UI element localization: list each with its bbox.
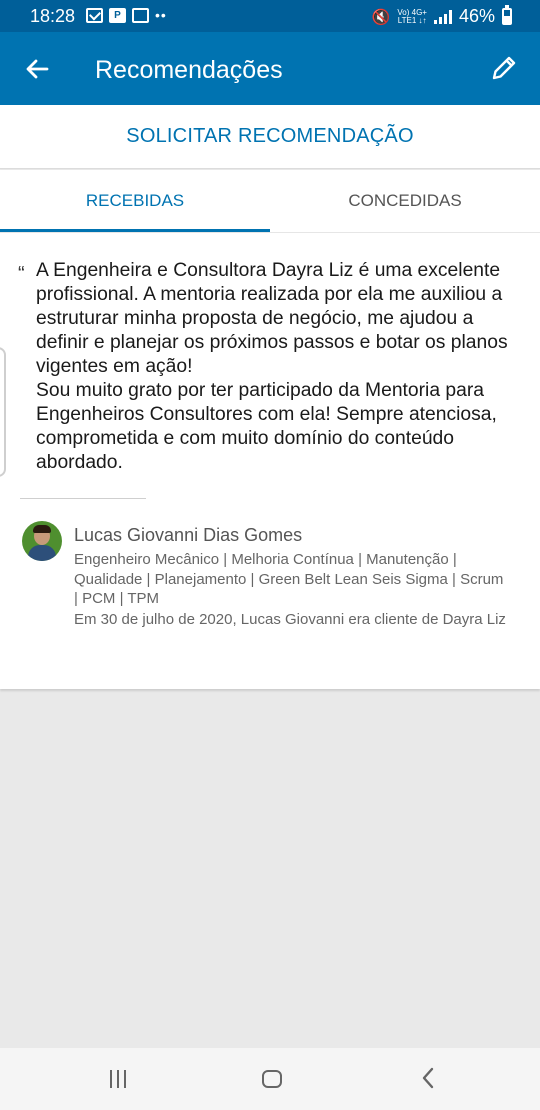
system-nav-bar	[0, 1048, 540, 1110]
divider	[20, 498, 146, 499]
recommendation-text: A Engenheira e Consultora Dayra Liz é um…	[36, 259, 526, 475]
request-recommendation-bar: SOLICITAR RECOMENDAÇÃO	[0, 105, 540, 169]
signal-icon	[433, 9, 452, 24]
arrow-left-icon	[26, 59, 49, 79]
recents-button[interactable]	[110, 1070, 126, 1088]
system-back-button[interactable]	[420, 1067, 436, 1089]
network-bottom-label: LTE1 ↓↑	[397, 15, 427, 25]
mute-icon: 🔇	[371, 8, 391, 26]
author-headline: Engenheiro Mecânico | Melhoria Contínua …	[74, 551, 504, 607]
status-right: 🔇 Vo) 4G+ LTE1 ↓↑ 46%	[371, 5, 512, 27]
battery-icon	[502, 5, 512, 25]
recommendation-card: “ A Engenheira e Consultora Dayra Liz é …	[0, 233, 540, 689]
avatar[interactable]	[22, 521, 62, 561]
tab-given[interactable]: CONCEDIDAS	[270, 170, 540, 232]
status-bar: 18:28 P •• 🔇 Vo) 4G+ LTE1 ↓↑ 46%	[0, 0, 540, 32]
quote-icon: “	[18, 263, 25, 285]
network-indicator: Vo) 4G+ LTE1 ↓↑	[397, 8, 427, 25]
image-icon	[132, 7, 149, 23]
author-name[interactable]: Lucas Giovanni Dias Gomes	[74, 525, 302, 546]
mail-icon	[86, 7, 103, 23]
parking-icon: P	[109, 7, 126, 23]
home-button[interactable]	[262, 1070, 282, 1088]
page-title: Recomendações	[95, 56, 283, 84]
battery-percent: 46%	[458, 6, 495, 26]
pencil-icon	[492, 56, 516, 80]
edit-button[interactable]	[488, 52, 520, 84]
notification-icons: P ••	[86, 7, 167, 23]
app-bar: Recomendações	[0, 32, 540, 105]
tabs: RECEBIDAS CONCEDIDAS	[0, 170, 540, 233]
edge-panel-handle[interactable]	[0, 347, 6, 477]
active-tab-indicator	[0, 229, 270, 232]
back-button[interactable]	[22, 54, 52, 84]
request-recommendation-button[interactable]: SOLICITAR RECOMENDAÇÃO	[126, 125, 413, 148]
recommendation-paragraph: Sou muito grato por ter participado da M…	[36, 380, 497, 473]
recommendation-paragraph: A Engenheira e Consultora Dayra Liz é um…	[36, 260, 508, 377]
status-time: 18:28	[30, 6, 76, 26]
more-notifications-icon: ••	[155, 7, 167, 23]
author-relation: Em 30 de julho de 2020, Lucas Giovanni e…	[74, 611, 506, 628]
tab-received[interactable]: RECEBIDAS	[0, 170, 270, 232]
